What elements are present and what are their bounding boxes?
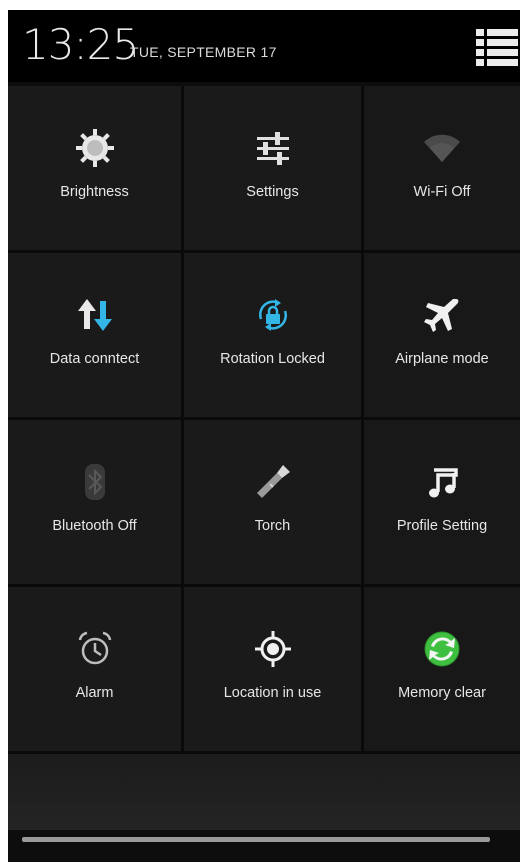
- tile-wifi[interactable]: Wi-Fi Off: [364, 86, 520, 253]
- tile-rotation[interactable]: Rotation Locked: [184, 253, 364, 420]
- tile-bluetooth[interactable]: Bluetooth Off: [8, 420, 184, 587]
- tile-memory-clear[interactable]: Memory clear: [364, 587, 520, 754]
- clock-date: TUE, SEPTEMBER 17: [130, 44, 277, 60]
- tile-alarm[interactable]: Alarm: [8, 587, 184, 754]
- airplane-icon: [420, 293, 464, 337]
- alarm-clock-icon: [73, 627, 117, 671]
- list-menu-icon: [476, 29, 518, 66]
- tile-brightness[interactable]: Brightness: [8, 86, 184, 253]
- quick-settings-grid: Brightness Settings Wi-Fi Off Data connt…: [8, 86, 520, 754]
- memory-clear-icon: [420, 627, 464, 671]
- tile-label: Settings: [246, 184, 299, 200]
- settings-sliders-icon: [251, 126, 295, 170]
- tile-label: Brightness: [60, 184, 129, 200]
- tile-label: Profile Setting: [396, 518, 488, 534]
- tile-label: Bluetooth Off: [52, 518, 137, 534]
- tile-settings[interactable]: Settings: [184, 86, 364, 253]
- tile-label: Wi-Fi Off: [413, 184, 471, 200]
- tile-label: Data conntect: [49, 351, 140, 367]
- panel-drag-handle[interactable]: [22, 837, 490, 842]
- list-menu-button[interactable]: [474, 24, 520, 70]
- tile-label: Rotation Locked: [220, 351, 325, 367]
- tile-label: Alarm: [75, 685, 114, 701]
- tile-label: Memory clear: [398, 685, 486, 701]
- bluetooth-icon: [73, 460, 117, 504]
- tile-data[interactable]: Data conntect: [8, 253, 184, 420]
- brightness-icon: [73, 126, 117, 170]
- tile-label: Airplane mode: [395, 351, 489, 367]
- status-bar: 13:25 TUE, SEPTEMBER 17: [8, 10, 520, 82]
- clock-time: 13:25: [22, 20, 139, 69]
- torch-icon: [251, 460, 295, 504]
- quick-settings-panel: 13:25 TUE, SEPTEMBER 17 Brightness Setti…: [8, 10, 520, 862]
- tile-location[interactable]: Location in use: [184, 587, 364, 754]
- rotation-lock-icon: [251, 293, 295, 337]
- tile-label: Location in use: [223, 685, 322, 701]
- tile-airplane[interactable]: Airplane mode: [364, 253, 520, 420]
- data-arrows-icon: [73, 293, 117, 337]
- location-target-icon: [251, 627, 295, 671]
- tile-profile[interactable]: Profile Setting: [364, 420, 520, 587]
- tile-torch[interactable]: Torch: [184, 420, 364, 587]
- wifi-icon: [420, 126, 464, 170]
- tile-label: Torch: [254, 518, 291, 534]
- music-note-icon: [420, 460, 464, 504]
- wallpaper-strip: [8, 754, 520, 830]
